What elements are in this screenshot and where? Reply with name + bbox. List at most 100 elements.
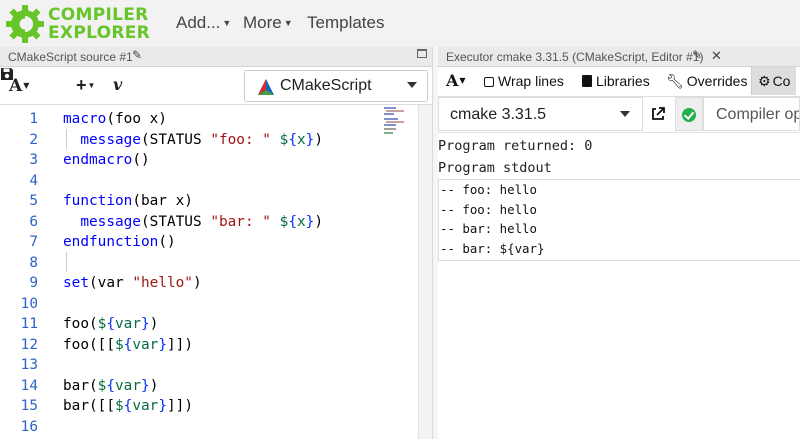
maximize-pane-icon[interactable] <box>417 49 427 58</box>
line-number: 11 <box>20 316 38 332</box>
minimap-line <box>384 107 396 109</box>
source-editor-pane: CMakeScript source #1 ✎ A▼ +▼ v CMakeScr… <box>0 47 432 439</box>
minimap[interactable] <box>384 105 406 135</box>
executor-tab[interactable]: Executor cmake 3.31.5 (CMakeScript, Edit… <box>438 47 800 67</box>
cmake-logo-icon <box>258 79 274 95</box>
code-line[interactable]: 13 <box>0 355 432 376</box>
code-line[interactable]: 14 bar(${var}) <box>0 376 432 397</box>
add-new-button[interactable]: +▼ <box>76 75 95 96</box>
logo-line-2: EXPLORER <box>48 23 151 43</box>
compiler-options-placeholder: Compiler options <box>716 106 799 123</box>
code-editor[interactable]: 1 macro(foo x) 2 message(STATUS "foo: " ${… <box>0 105 432 439</box>
edit-tab-name-icon[interactable]: ✎ <box>692 48 702 62</box>
gears-icon: ⚙︎ <box>758 73 771 89</box>
minimap-line <box>384 124 396 126</box>
code-text: message(STATUS "bar: " ${x}) <box>80 213 323 230</box>
source-tab[interactable]: CMakeScript source #1 ✎ <box>0 47 432 67</box>
top-navbar: COMPILER EXPLORER Add... ▼ More ▼ Template… <box>0 0 800 47</box>
more-menu[interactable]: More ▼ <box>243 13 293 33</box>
line-number: 16 <box>20 418 38 435</box>
editor-scrollbar[interactable] <box>418 105 432 439</box>
templates-label: Templates <box>307 13 385 32</box>
close-icon[interactable]: ✕ <box>711 48 722 64</box>
line-number: 13 <box>20 357 38 373</box>
line-number: 15 <box>20 398 38 414</box>
code-line[interactable]: 10 <box>0 294 432 315</box>
stdout-line: -- bar: ${var} <box>440 241 545 256</box>
compiler-select-label: cmake 3.31.5 <box>450 106 547 123</box>
language-select[interactable]: CMakeScript <box>244 70 428 102</box>
line-number: 4 <box>29 172 38 189</box>
line-number: 10 <box>20 295 38 312</box>
font-size-button[interactable]: A▼ <box>9 75 29 96</box>
font-size-button[interactable]: A▼ <box>446 71 466 90</box>
compiler-options-tab-button[interactable]: ⚙︎ Co <box>751 67 797 95</box>
gear-logo-icon <box>6 5 44 43</box>
minimap-line <box>384 128 396 130</box>
code-text: function(bar x) <box>63 193 193 209</box>
caret-down-icon: ▼ <box>283 18 293 28</box>
code-line[interactable]: 1 macro(foo x) <box>0 109 432 130</box>
wrap-lines-toggle[interactable]: Wrap lines <box>484 72 564 90</box>
edit-tab-name-icon[interactable]: ✎ <box>132 48 142 62</box>
compile-status[interactable] <box>675 97 703 131</box>
line-number: 9 <box>29 275 38 291</box>
code-line[interactable]: 6 message(STATUS "bar: " ${x}) <box>0 212 432 233</box>
code-line[interactable]: 5 function(bar x) <box>0 191 432 212</box>
code-text: foo([[${var}]]) <box>63 336 194 353</box>
stdout-line: -- foo: hello <box>440 182 537 197</box>
code-line[interactable]: 9 set(var "hello") <box>0 273 432 294</box>
popout-icon[interactable] <box>650 106 666 122</box>
caret-down-icon: ▼ <box>87 81 96 90</box>
line-number: 1 <box>29 111 38 127</box>
code-line[interactable]: 12 foo([[${var}]]) <box>0 335 432 356</box>
code-line[interactable]: 8 <box>0 253 432 274</box>
code-line[interactable]: 2 message(STATUS "foo: " ${x}) <box>0 130 432 151</box>
executor-tab-title: Executor cmake 3.31.5 (CMakeScript, Edit… <box>446 50 704 64</box>
code-line[interactable]: 3 endmacro() <box>0 150 432 171</box>
stdout-label: Program stdout <box>438 160 552 176</box>
stdout-output: -- foo: hello -- foo: hello -- bar: hell… <box>438 179 800 261</box>
compiler-row: cmake 3.31.5 Compiler options <box>438 97 800 133</box>
code-text: message(STATUS "foo: " ${x}) <box>80 131 323 148</box>
compiler-select[interactable]: cmake 3.31.5 <box>438 97 643 131</box>
code-line[interactable]: 15 bar([[${var}]]) <box>0 396 432 417</box>
code-text: foo(${var}) <box>63 316 159 332</box>
more-menu-label: More <box>243 13 282 32</box>
logo-text: COMPILER EXPLORER <box>48 7 150 42</box>
line-number: 8 <box>29 254 38 271</box>
add-new-label: + <box>76 75 87 95</box>
line-number: 14 <box>20 377 38 394</box>
font-size-label: A <box>9 76 23 96</box>
overrides-button[interactable]: 🔧︎ Overrides <box>666 72 747 90</box>
compiler-options-input[interactable]: Compiler options <box>703 97 800 131</box>
line-number: 5 <box>29 193 38 209</box>
check-circle-icon <box>682 108 696 122</box>
wrench-icon: 🔧︎ <box>666 73 684 89</box>
executor-pane: Executor cmake 3.31.5 (CMakeScript, Edit… <box>438 47 800 439</box>
code-line[interactable]: 16 <box>0 417 432 438</box>
code-text: macro(foo x) <box>63 111 167 127</box>
code-text: endfunction() <box>63 234 176 250</box>
add-menu[interactable]: Add... ▼ <box>176 13 231 33</box>
minimap-line <box>386 110 404 112</box>
code-line[interactable]: 11 foo(${var}) <box>0 314 432 335</box>
compiler-explorer-logo[interactable]: COMPILER EXPLORER <box>5 4 160 44</box>
overrides-label: Overrides <box>686 73 748 89</box>
line-number: 7 <box>29 234 38 250</box>
logo-line-1: COMPILER <box>48 5 149 25</box>
libraries-button[interactable]: Libraries <box>582 72 650 90</box>
caret-down-icon: ▼ <box>23 80 30 90</box>
language-label: CMakeScript <box>280 77 372 94</box>
code-line[interactable]: 4 <box>0 171 432 192</box>
executor-toolbar: A▼ Wrap lines Libraries 🔧︎ Overrides ⚙︎ Co <box>438 67 800 97</box>
book-icon <box>582 75 592 87</box>
code-text: set(var "hello") <box>63 275 202 291</box>
code-line[interactable]: 7 endfunction() <box>0 232 432 253</box>
minimap-line <box>386 121 404 123</box>
templates-link[interactable]: Templates <box>307 13 384 33</box>
code-text: bar(${var}) <box>63 377 159 394</box>
vim-mode-button[interactable]: v <box>113 75 122 95</box>
font-size-label: A <box>446 71 459 90</box>
caret-down-icon: ▼ <box>222 18 232 28</box>
